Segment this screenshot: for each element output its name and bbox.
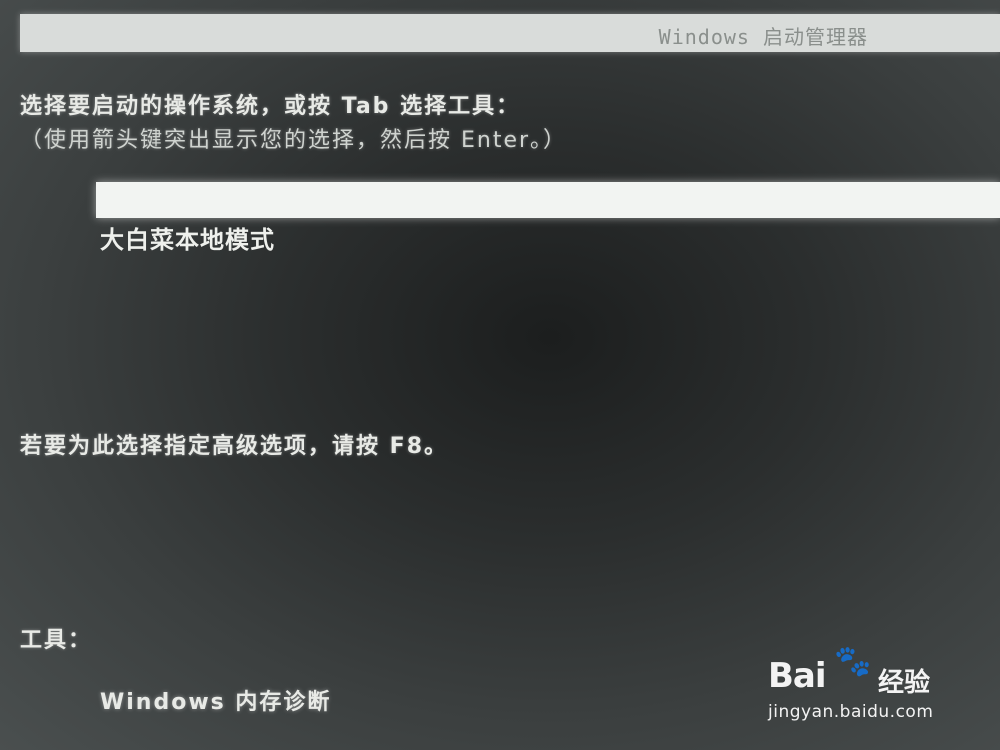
os-item-dabaicai[interactable]: 大白菜本地模式 bbox=[96, 222, 1000, 258]
tool-item-memory-diagnostic[interactable]: Windows 内存诊断 bbox=[100, 684, 331, 716]
boot-manager-title-bar: Windows 启动管理器 bbox=[20, 14, 1000, 52]
watermark-sub: 经验 bbox=[878, 668, 931, 698]
os-item-selected[interactable] bbox=[96, 182, 1000, 218]
baidu-jingyan-watermark: Bai 🐾 经验 jingyan.baidu.com bbox=[768, 640, 958, 730]
select-os-prompt: 选择要启动的操作系统，或按 Tab 选择工具： bbox=[20, 94, 521, 119]
navigation-hint: （使用箭头键突出显示您的选择，然后按 Enter。） bbox=[20, 128, 568, 153]
advanced-options-hint: 若要为此选择指定高级选项，请按 F8。 bbox=[20, 434, 448, 459]
os-list: 大白菜本地模式 bbox=[96, 182, 1000, 258]
watermark-brand: Bai bbox=[768, 656, 827, 696]
window-title: Windows 启动管理器 bbox=[658, 25, 868, 49]
watermark-url: jingyan.baidu.com bbox=[768, 702, 934, 722]
tools-heading: 工具： bbox=[20, 628, 93, 653]
paw-icon: 🐾 bbox=[834, 644, 872, 679]
